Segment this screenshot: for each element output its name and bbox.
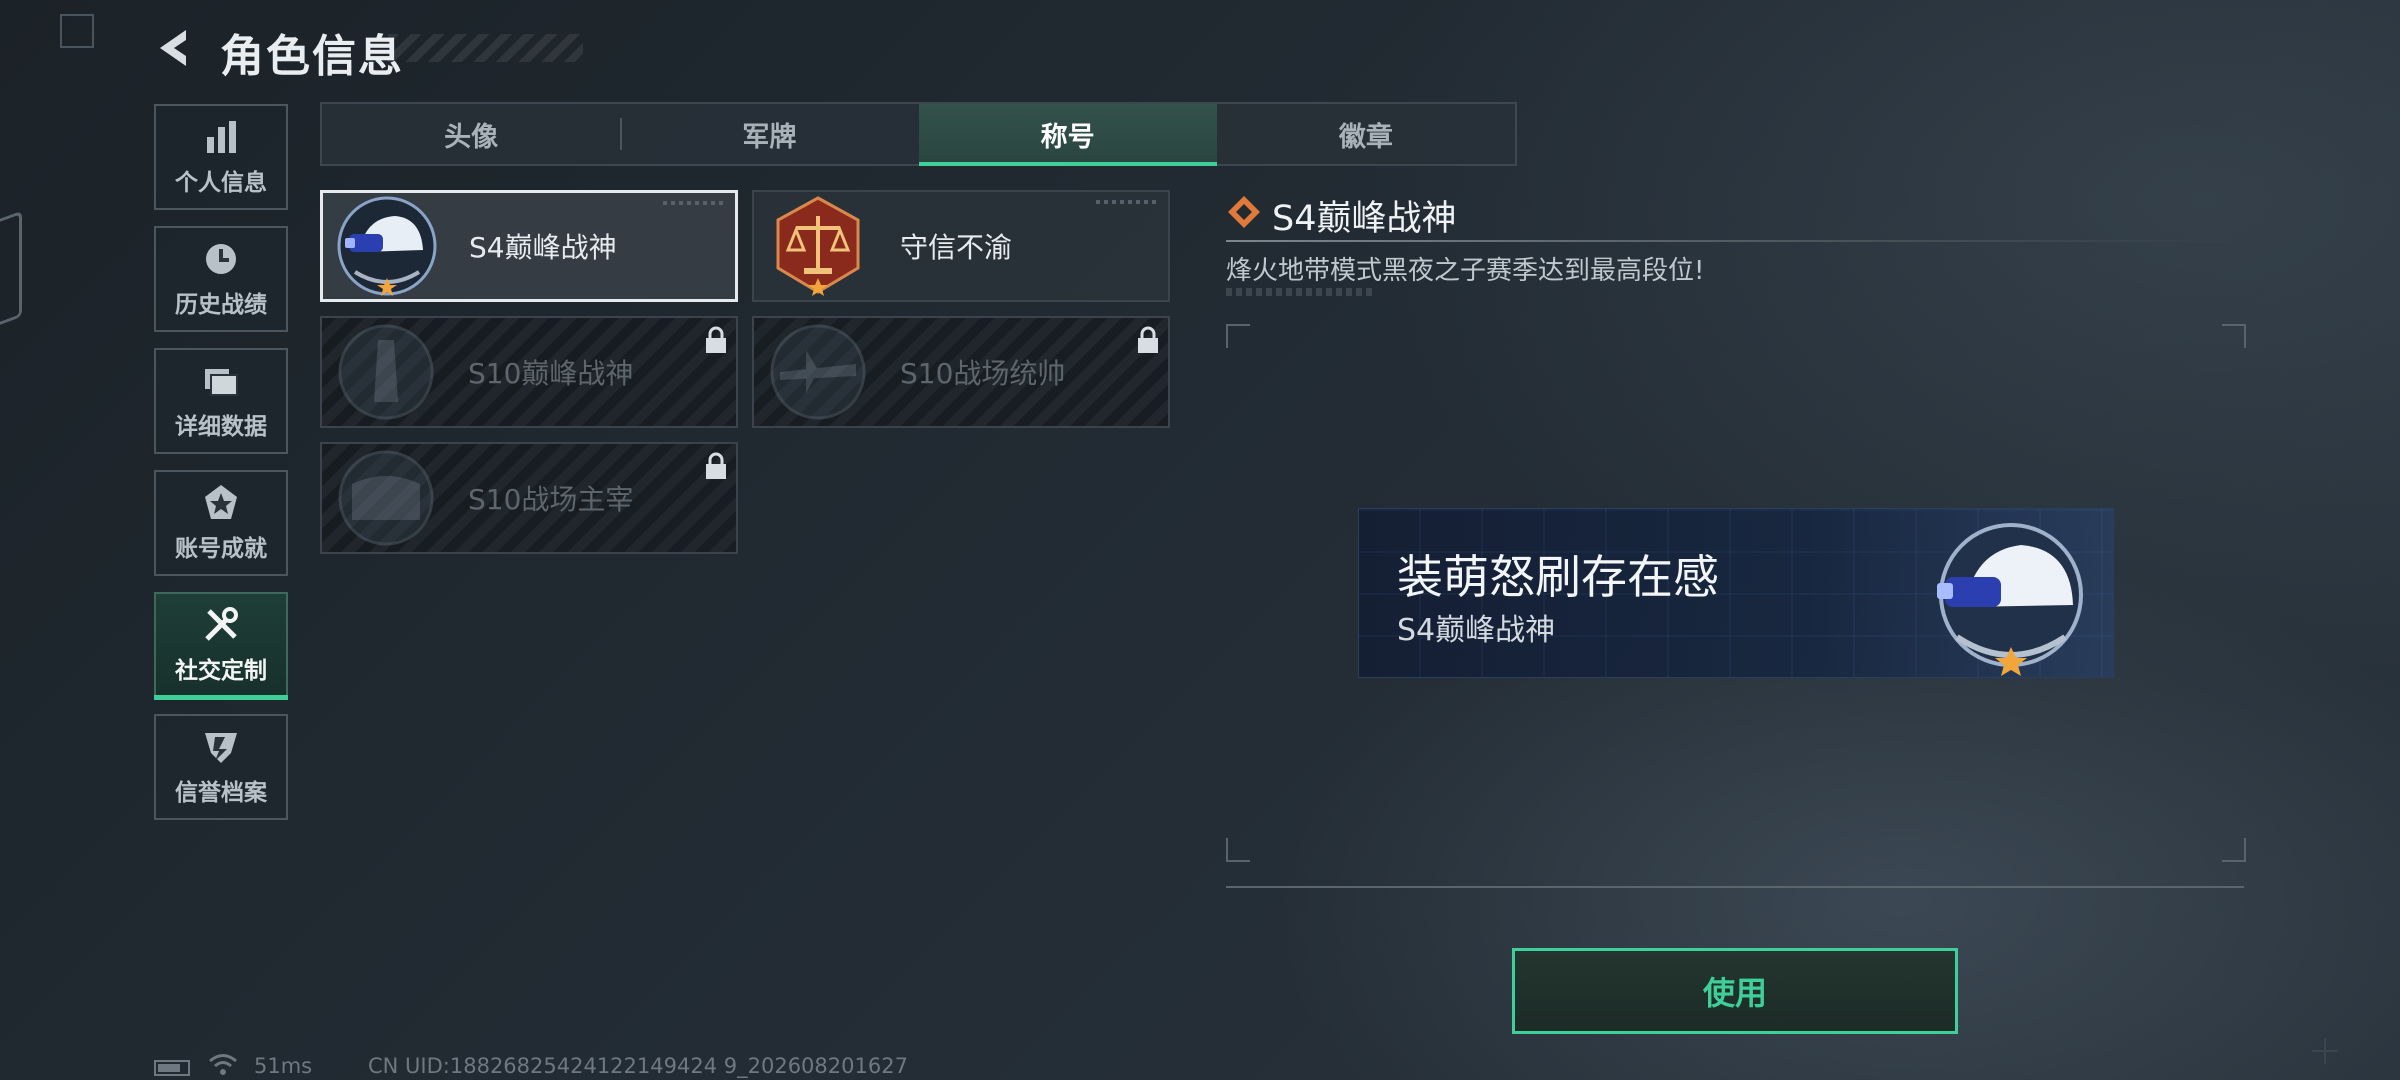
window-corner-icon (60, 14, 94, 48)
detail-bottom-divider (1226, 886, 2244, 888)
title-card-name: S10战场主宰 (468, 483, 634, 516)
detail-decoration (1226, 288, 1376, 296)
sidebar-item-label: 信誉档案 (175, 780, 267, 806)
sidebar-item-social-custom[interactable]: 社交定制 (154, 592, 288, 700)
title-card-name: S10战场统帅 (900, 357, 1066, 390)
title-card-name: S4巅峰战神 (469, 231, 617, 264)
tools-icon (205, 607, 238, 641)
clock-icon (206, 244, 236, 274)
frame-corner (1226, 838, 1250, 862)
frame-corner (2222, 838, 2246, 862)
plus-icon (2312, 1038, 2338, 1064)
lock-icon (706, 326, 726, 353)
detail-divider (1226, 240, 2244, 242)
tab-bar: 头像 军牌 称号 徽章 (320, 102, 1517, 166)
frame-corner (2222, 324, 2246, 348)
detail-title: S4巅峰战神 (1272, 199, 1457, 239)
sidebar-item-reputation[interactable]: 信誉档案 (154, 714, 288, 820)
use-button[interactable]: 使用 (1512, 948, 1958, 1034)
sidebar-item-detailed-data[interactable]: 详细数据 (154, 348, 288, 454)
title-card-keep-faith[interactable]: 守信不渝 (752, 190, 1170, 302)
preview-title-name: S4巅峰战神 (1397, 613, 1556, 648)
diamond-title-icon (1228, 196, 1260, 228)
frame-corner (1226, 324, 1250, 348)
colosseum-badge-icon (338, 450, 434, 546)
back-arrow-icon[interactable] (152, 24, 200, 72)
title-card-s10-commander[interactable]: S10战场统帅 (752, 316, 1170, 428)
lock-icon (706, 452, 726, 479)
title-stripe-decoration (388, 34, 583, 62)
bar-chart-icon (207, 121, 236, 153)
network-ping: 51ms (254, 1054, 313, 1078)
sidebar-item-label: 账号成就 (175, 536, 267, 562)
title-card-name: S10巅峰战神 (468, 357, 634, 390)
page-title: 角色信息 (220, 31, 404, 82)
scales-badge-icon (776, 196, 860, 296)
tab-title[interactable]: 称号 (918, 104, 1218, 166)
tab-avatar[interactable]: 头像 (322, 104, 620, 164)
achievement-icon (205, 485, 237, 519)
player-uid: CN UID:18826825424122149424 9_2026082016… (368, 1054, 908, 1078)
card-decoration (663, 201, 723, 205)
detail-description: 烽火地带模式黑夜之子赛季达到最高段位! (1226, 256, 1705, 286)
lock-icon (1138, 326, 1158, 353)
title-card-s10-peak[interactable]: S10巅峰战神 (320, 316, 738, 428)
title-preview-banner: 装萌怒刷存在感 S4巅峰战神 (1358, 508, 2114, 678)
title-card-s10-dominator[interactable]: S10战场主宰 (320, 442, 738, 554)
sidebar-item-label: 社交定制 (175, 658, 267, 684)
wifi-icon (209, 1054, 237, 1075)
preview-player-name: 装萌怒刷存在感 (1397, 550, 1719, 604)
aircraft-badge-icon (770, 324, 866, 420)
sidebar-item-achievements[interactable]: 账号成就 (154, 470, 288, 576)
helmet-badge-icon (337, 196, 437, 296)
battery-icon (154, 1060, 190, 1076)
shield-icon (205, 733, 237, 763)
card-decoration (1096, 200, 1156, 204)
folder-icon (205, 369, 238, 396)
sidebar-item-label: 历史战绩 (175, 292, 267, 318)
sidebar-item-personal-info[interactable]: 个人信息 (154, 104, 288, 210)
sidebar-item-label: 个人信息 (175, 170, 267, 196)
tab-dog-tag[interactable]: 军牌 (620, 104, 918, 164)
tab-badge[interactable]: 徽章 (1217, 104, 1515, 164)
title-card-s4-peak[interactable]: S4巅峰战神 (320, 190, 738, 302)
sidebar-item-label: 详细数据 (175, 414, 267, 440)
title-card-name: 守信不渝 (900, 231, 1013, 264)
tower-badge-icon (338, 324, 434, 420)
sidebar-item-history[interactable]: 历史战绩 (154, 226, 288, 332)
edge-decoration (0, 210, 22, 332)
helmet-badge-icon (1937, 523, 2083, 676)
